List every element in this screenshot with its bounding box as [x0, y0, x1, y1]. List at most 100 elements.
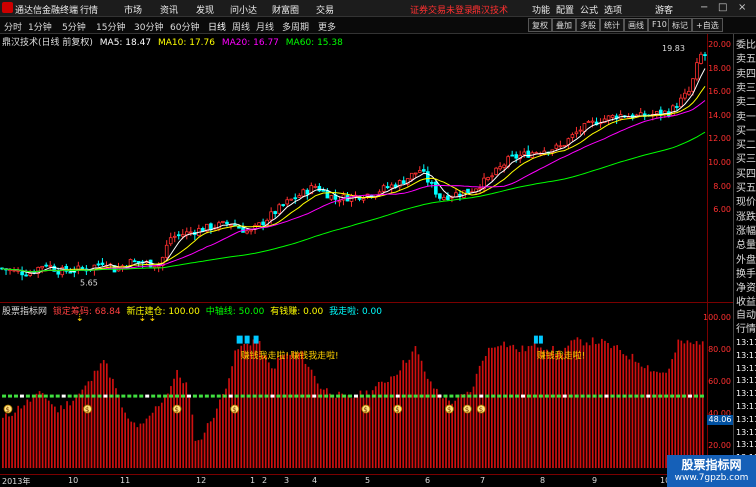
indicator-bar: [500, 345, 502, 469]
sidebar-item[interactable]: 卖一: [736, 108, 756, 123]
sidebar-item[interactable]: 外盘: [736, 251, 756, 266]
menu-wealth[interactable]: 财富圈: [272, 3, 299, 16]
minimize-icon[interactable]: −: [700, 2, 708, 13]
tool-add-favorite[interactable]: +自选: [692, 18, 723, 32]
sidebar-item[interactable]: 买四: [736, 165, 756, 180]
sidebar-item[interactable]: 13:11: [736, 351, 756, 360]
midline-dot: [85, 394, 90, 398]
menu-function[interactable]: 功能: [532, 3, 550, 16]
sidebar-item[interactable]: 涨幅: [736, 222, 756, 237]
sidebar-item[interactable]: 13:11: [736, 415, 756, 424]
sidebar-item[interactable]: 行情: [736, 320, 756, 335]
midline-dot: [664, 394, 669, 398]
tool-adjust[interactable]: 复权: [528, 18, 552, 32]
candle-body: [80, 267, 85, 269]
indicator-bar: [549, 352, 551, 469]
close-icon[interactable]: ×: [738, 2, 746, 13]
indicator-bar: [350, 398, 353, 469]
ma-line: [1, 100, 706, 273]
sidebar-item[interactable]: 卖二: [736, 93, 756, 108]
menu-news[interactable]: 资讯: [160, 3, 178, 16]
sidebar-item[interactable]: 买一: [736, 122, 756, 137]
sidebar-item[interactable]: 换手: [736, 265, 756, 280]
midline-dot: [574, 394, 579, 398]
sidebar-item[interactable]: 买二: [736, 136, 756, 151]
money-bag-glyph: $: [6, 406, 10, 414]
tool-multistock[interactable]: 多股: [576, 18, 600, 32]
period-1min[interactable]: 1分钟: [28, 20, 52, 33]
menu-options[interactable]: 选项: [604, 3, 622, 16]
midline-dot: [288, 394, 293, 398]
sidebar-item[interactable]: 13:11: [736, 364, 756, 373]
sidebar-item[interactable]: 委比: [736, 36, 756, 51]
menu-market[interactable]: 市场: [124, 3, 142, 16]
quote-sidebar: 委比 卖五 卖四 卖三 卖二 卖一 买一 买二 买三 买四 买五 现价 涨跌 涨幅 总量 外盘 换手 净资 收益 自动…: [733, 34, 756, 487]
sidebar-item[interactable]: 卖三: [736, 79, 756, 94]
period-60min[interactable]: 60分钟: [170, 20, 199, 33]
sidebar-item[interactable]: 13:11: [736, 402, 756, 411]
midline-dot: [694, 394, 698, 398]
money-bag-glyph: $: [85, 406, 89, 414]
sidebar-item[interactable]: 13:11: [736, 389, 756, 398]
tool-draw[interactable]: 画线: [624, 18, 648, 32]
indicator-bar: [121, 407, 123, 469]
indicator-bar: [209, 421, 212, 469]
period-multi[interactable]: 多周期: [282, 20, 309, 33]
sidebar-item[interactable]: 买三: [736, 150, 756, 165]
tool-overlay[interactable]: 叠加: [552, 18, 576, 32]
candle-body: [574, 131, 579, 135]
login-notice[interactable]: 证券交易未登录: [410, 3, 473, 16]
period-30min[interactable]: 30分钟: [134, 20, 163, 33]
period-monthly[interactable]: 月线: [256, 20, 274, 33]
indicator-bar: [197, 440, 200, 469]
sidebar-item[interactable]: 涨跌: [736, 208, 756, 223]
menu-formula[interactable]: 公式: [580, 3, 598, 16]
menu-wenxiaoda[interactable]: 问小达: [230, 3, 257, 16]
tool-stats[interactable]: 统计: [600, 18, 624, 32]
indicator-bar: [601, 338, 603, 469]
user-label[interactable]: 游客: [655, 3, 673, 16]
indicator-tick: 100.00: [703, 313, 731, 322]
date-tick: 2013年: [2, 477, 31, 486]
period-timeshare[interactable]: 分时: [4, 20, 22, 33]
period-15min[interactable]: 15分钟: [96, 20, 125, 33]
candle-body: [409, 172, 414, 180]
sidebar-item[interactable]: 13:11: [736, 376, 756, 385]
midline-dot: [676, 394, 681, 398]
menu-config[interactable]: 配置: [556, 3, 574, 16]
indicator-bar: [151, 412, 154, 469]
sidebar-item[interactable]: 13:11: [736, 440, 756, 449]
sidebar-item[interactable]: 总量: [736, 236, 756, 251]
indicator-bar: [304, 363, 307, 469]
period-daily[interactable]: 日线: [208, 20, 226, 33]
indicator-bar: [637, 362, 640, 469]
sidebar-item[interactable]: 卖五: [736, 50, 756, 65]
indicator-bar: [478, 365, 481, 469]
indicator-bar: [283, 354, 285, 469]
indicator-bar: [436, 388, 438, 469]
period-5min[interactable]: 5分钟: [62, 20, 86, 33]
exit-signal-block: [253, 335, 259, 344]
sidebar-item[interactable]: 自动: [736, 306, 756, 321]
maximize-icon[interactable]: □: [718, 2, 727, 13]
menu-quotes[interactable]: 行情: [80, 3, 98, 16]
indicator-bar: [41, 393, 44, 469]
sidebar-item[interactable]: 卖四: [736, 65, 756, 80]
tool-mark[interactable]: 标记: [668, 18, 692, 32]
sidebar-item[interactable]: 现价: [736, 193, 756, 208]
candle-body: [434, 181, 438, 195]
midline-dot: [455, 394, 460, 398]
menu-trade[interactable]: 交易: [316, 3, 334, 16]
stock-name: 鼎汉技术: [472, 6, 509, 16]
menu-discover[interactable]: 发现: [196, 3, 214, 16]
period-more[interactable]: 更多: [318, 20, 336, 33]
indicator-chart[interactable]: ⇣ ⇣ ⇣$ $ $ $ $ $ $ $ $赚钱我走啦! 赚钱我走啦! 赚钱我走啦!: [0, 302, 707, 474]
sidebar-item[interactable]: 13:11: [736, 428, 756, 437]
period-weekly[interactable]: 周线: [232, 20, 250, 33]
sidebar-item[interactable]: 净资: [736, 279, 756, 294]
indicator-bar: [277, 357, 279, 469]
current-value-badge: 48.06: [707, 415, 733, 425]
sidebar-item[interactable]: 13:11: [736, 338, 756, 347]
sidebar-item[interactable]: 买五: [736, 179, 756, 194]
kline-chart[interactable]: 19.83 5.65: [0, 34, 733, 302]
